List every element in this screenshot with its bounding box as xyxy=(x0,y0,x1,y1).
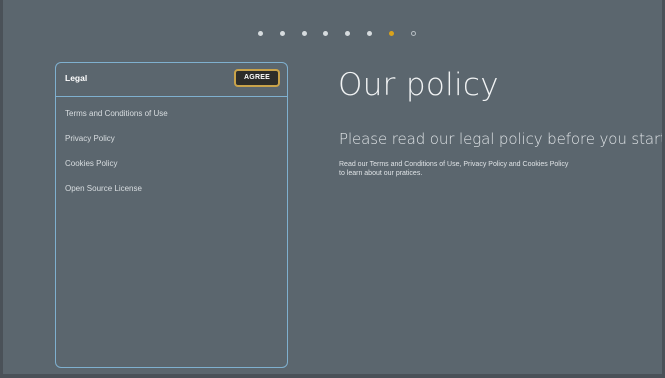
page-subtitle: Please read our legal policy before you … xyxy=(339,130,665,148)
page-dot-5[interactable] xyxy=(345,31,350,36)
legal-document-list: Terms and Conditions of Use Privacy Poli… xyxy=(65,108,168,208)
legal-panel-header: Legal AGREE xyxy=(56,63,287,97)
page-dot-4[interactable] xyxy=(323,31,328,36)
page-dot-1[interactable] xyxy=(258,31,263,36)
legal-panel: Legal AGREE Terms and Conditions of Use … xyxy=(55,62,288,368)
page-dot-3[interactable] xyxy=(302,31,307,36)
agree-button[interactable]: AGREE xyxy=(234,69,280,87)
description-line-2: to learn about our pratices. xyxy=(339,170,423,177)
policy-screen: Legal AGREE Terms and Conditions of Use … xyxy=(0,0,665,378)
page-dot-6[interactable] xyxy=(367,31,372,36)
page-description: Read our Terms and Conditions of Use, Pr… xyxy=(339,160,639,178)
page-dot-2[interactable] xyxy=(280,31,285,36)
legal-panel-title: Legal xyxy=(65,73,88,83)
page-dot-8[interactable] xyxy=(411,31,416,36)
legal-item-open-source[interactable]: Open Source License xyxy=(65,183,168,208)
legal-item-privacy[interactable]: Privacy Policy xyxy=(65,133,168,158)
page-dot-7-active[interactable] xyxy=(389,31,394,36)
page-title: Our policy xyxy=(338,67,499,103)
legal-item-cookies[interactable]: Cookies Policy xyxy=(65,158,168,183)
description-line-1: Read our Terms and Conditions of Use, Pr… xyxy=(339,161,569,168)
legal-item-terms[interactable]: Terms and Conditions of Use xyxy=(65,108,168,133)
